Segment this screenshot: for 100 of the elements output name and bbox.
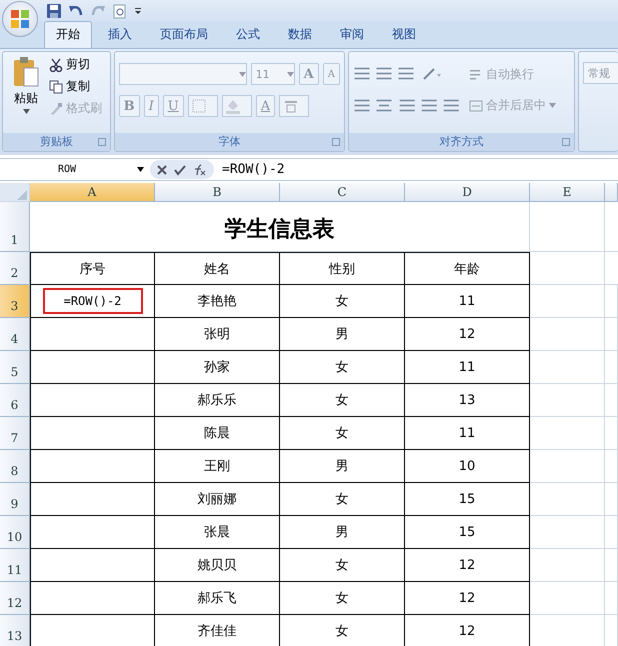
column-header[interactable]: B [155,183,280,202]
table-cell: 李艳艳 [155,285,280,318]
empty-cell [605,417,618,450]
column-header[interactable] [605,183,618,202]
phonetic-icon[interactable] [279,95,310,117]
office-logo-icon [9,8,31,30]
table-cell: 15 [405,483,530,516]
row-header[interactable]: 11 [0,549,30,582]
table-cell: 男 [280,318,405,351]
column-header[interactable]: E [530,183,605,202]
ribbon-tab[interactable]: 视图 [380,21,428,48]
paste-button[interactable]: 粘贴 [7,56,45,133]
row-header[interactable]: 9 [0,483,30,516]
enter-check-icon[interactable] [174,164,186,176]
table-cell: 陈晨 [155,417,280,450]
row-header[interactable]: 6 [0,384,30,417]
caret-icon[interactable] [137,167,144,172]
row-header[interactable]: 8 [0,450,30,483]
row-header[interactable]: 1 [0,202,30,252]
caret-icon[interactable] [22,109,30,114]
table-cell: 13 [405,384,530,417]
cell-editor[interactable]: =ROW()-2 [42,288,142,314]
table-cell: 女 [280,285,405,318]
column-heading: 性别 [280,252,405,285]
clipboard-icon [12,56,40,88]
group-title: 对齐方式 [439,135,484,148]
wrap-text-icon [468,68,483,82]
empty-cell [605,549,618,582]
copy-button[interactable]: 复制 [49,78,102,95]
table-cell: 郝乐飞 [155,582,280,615]
row-header[interactable]: 4 [0,318,30,351]
table-cell: 张明 [155,318,280,351]
ribbon-tab[interactable]: 数据 [276,21,324,48]
row-header[interactable]: 13 [0,615,30,646]
empty-cell [605,384,618,417]
table-cell: 郝乐乐 [155,384,280,417]
table-cell: 10 [405,450,530,483]
table-cell: 女 [280,483,405,516]
table-cell: 12 [405,582,530,615]
column-header[interactable]: D [405,183,530,202]
column-heading: 姓名 [155,252,280,285]
ribbon-tab[interactable]: 页面布局 [148,21,220,48]
dialog-launcher-icon[interactable] [562,138,570,146]
table-cell: 王刚 [155,450,280,483]
table-cell: 11 [405,417,530,450]
ribbon-tab[interactable]: 公式 [224,21,272,48]
table-cell: 孙家 [155,351,280,384]
ribbon-tab[interactable]: 开始 [44,21,92,48]
cancel-icon[interactable] [156,164,168,176]
dialog-launcher-icon[interactable] [98,138,106,146]
scissors-icon [49,58,63,72]
row-header[interactable]: 12 [0,582,30,615]
font-name-field[interactable] [118,63,247,85]
table-cell: 女 [280,417,405,450]
column-header[interactable]: C [280,183,405,202]
customize-caret-icon[interactable] [134,7,142,15]
table-cell: 15 [405,516,530,549]
fill-color-icon[interactable] [222,95,252,117]
row-header[interactable]: 2 [0,252,30,285]
row-header[interactable]: 5 [0,351,30,384]
table-cell: 12 [405,549,530,582]
table-cell: 12 [405,318,530,351]
row-header[interactable]: 7 [0,417,30,450]
table-cell: 女 [280,351,405,384]
insert-function-icon[interactable] [192,164,206,176]
table-cell: 11 [405,285,530,318]
table-cell: 12 [405,615,530,646]
ribbon-tab[interactable]: 审阅 [328,21,376,48]
table-cell: 男 [280,450,405,483]
table-cell: 张晨 [155,516,280,549]
table-cell: 女 [280,384,405,417]
table-cell: 姚贝贝 [155,549,280,582]
row-header[interactable]: 10 [0,516,30,549]
table-cell: 女 [280,615,405,646]
column-heading: 年龄 [405,252,530,285]
ribbon-tab[interactable]: 插入 [96,21,144,48]
empty-cell [605,582,618,615]
sheet-title: 学生信息表 [30,202,530,252]
copy-icon [49,80,63,94]
empty-cell [605,285,618,318]
table-cell: 齐佳佳 [155,615,280,646]
table-cell: 男 [280,516,405,549]
column-heading: 序号 [30,252,155,285]
cut-button[interactable]: 剪切 [49,56,102,73]
empty-cell [605,516,618,549]
column-header[interactable]: A [30,183,155,202]
formula-field[interactable]: =ROW()-2 [222,162,285,177]
group-title: 剪贴板 [40,135,73,148]
dialog-launcher-icon[interactable] [332,138,340,146]
empty-cell [605,450,618,483]
row-header[interactable]: 3 [0,285,30,318]
print-preview-icon[interactable] [112,3,128,19]
empty-cell [605,318,618,351]
merge-cells-icon [468,98,483,112]
empty-cell [605,351,618,384]
borders-icon[interactable] [188,95,218,117]
name-box[interactable]: ROW [0,164,150,175]
table-cell: 刘丽娜 [155,483,280,516]
table-cell: 女 [280,582,405,615]
save-icon[interactable] [46,3,62,19]
